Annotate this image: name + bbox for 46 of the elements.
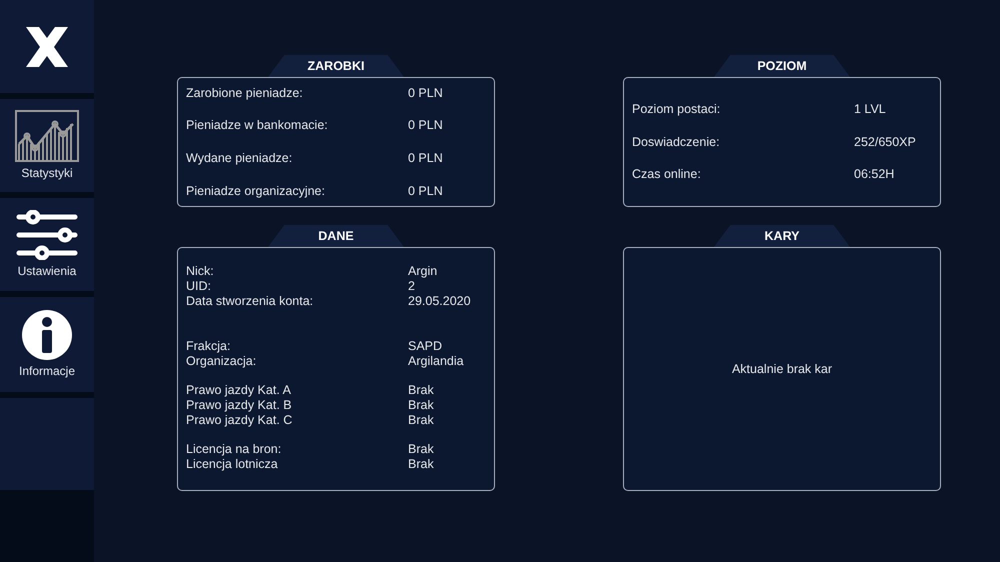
- field-label: Wydane pieniadze:: [186, 150, 294, 167]
- field-label: Prawo jazdy Kat. A: [186, 383, 292, 398]
- field-value: 252/650XP: [854, 134, 916, 151]
- field-label: Pieniadze organizacyjne:: [186, 182, 326, 200]
- panel-title: POZIOM: [714, 55, 850, 77]
- field-value: 0 PLN: [408, 150, 443, 167]
- empty-message: Aktualnie brak kar: [732, 360, 832, 378]
- field-label: UID:: [186, 279, 212, 294]
- field-label: Data stworzenia konta:: [186, 294, 314, 309]
- field-label: Doswiadczenie:: [632, 134, 721, 151]
- field-value: 1 LVL: [854, 100, 886, 118]
- field-value: Brak: [408, 413, 434, 428]
- field-label: Nick:: [186, 264, 215, 279]
- field-value: 2: [408, 279, 415, 294]
- sidebar-button[interactable]: Ustawienia: [0, 198, 94, 291]
- field-value: 29.05.2020: [408, 294, 471, 309]
- field-label: Licencja lotnicza: [186, 457, 279, 472]
- field-label: Organizacja:: [186, 354, 258, 369]
- field-value: Argin: [408, 264, 438, 279]
- field-label: Zarobione pieniadze:: [186, 84, 304, 102]
- field-value: Brak: [408, 457, 434, 472]
- field-value: 0 PLN: [408, 117, 443, 134]
- field-value: Brak: [408, 383, 434, 398]
- panel-title: DANE: [268, 225, 404, 247]
- field-label: Prawo jazdy Kat. B: [186, 398, 293, 413]
- sliders-icon: [16, 210, 78, 260]
- field-value: 0 PLN: [408, 84, 443, 102]
- field-label: Prawo jazdy Kat. C: [186, 413, 294, 428]
- field-label: Poziom postaci:: [632, 100, 722, 118]
- field-label: Frakcja:: [186, 339, 232, 354]
- field-value: Argilandia: [408, 354, 464, 369]
- field-label: Pieniadze w bankomacie:: [186, 117, 329, 134]
- close-button[interactable]: [0, 0, 94, 93]
- chart-icon: [15, 110, 79, 162]
- field-value: Brak: [408, 398, 434, 413]
- panel-title: ZAROBKI: [268, 55, 404, 77]
- field-value: 06:52H: [854, 166, 894, 184]
- field-value: SAPD: [408, 339, 442, 354]
- field-value: 0 PLN: [408, 182, 443, 200]
- field-label: Licencja na bron:: [186, 442, 282, 457]
- info-icon: [22, 310, 72, 360]
- field-value: Brak: [408, 442, 434, 457]
- field-label: Czas online:: [632, 166, 702, 184]
- panel-title: KARY: [714, 225, 850, 247]
- sidebar-button[interactable]: Statystyki: [0, 99, 94, 192]
- sidebar-button[interactable]: Informacje: [0, 297, 94, 392]
